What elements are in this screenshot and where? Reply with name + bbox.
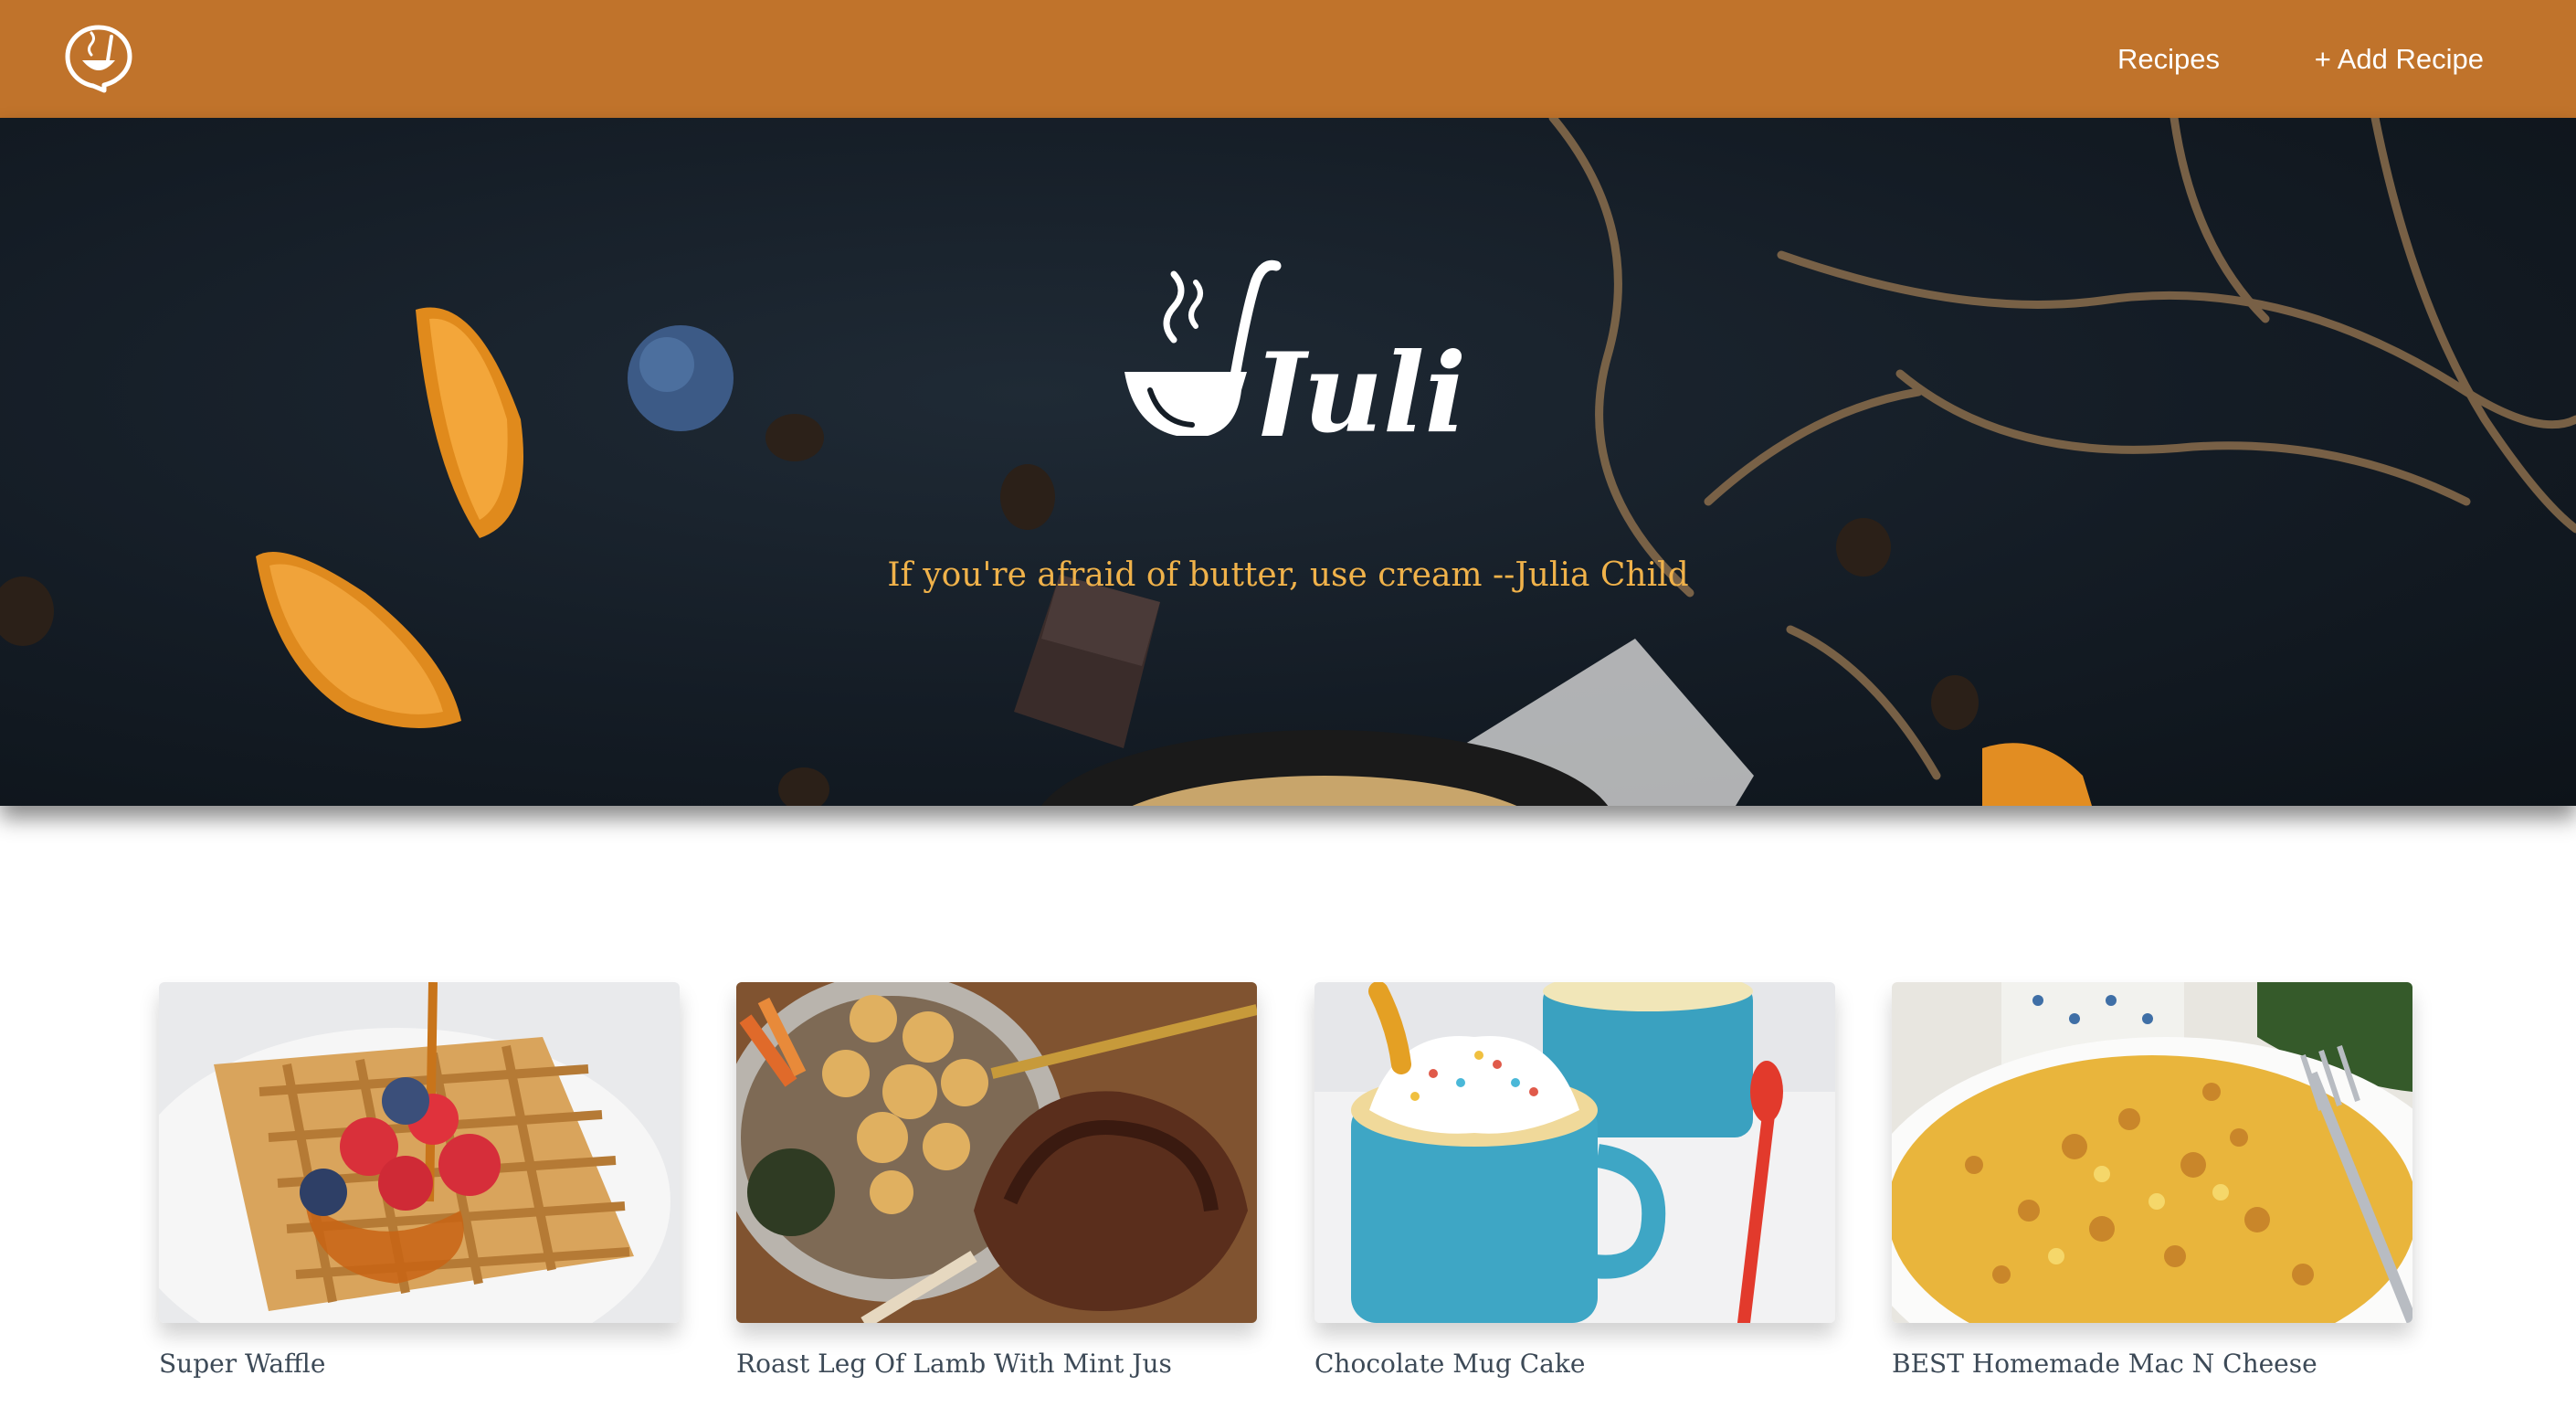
recipe-title[interactable]: BEST Homemade Mac N Cheese	[1892, 1349, 2412, 1379]
recipe-title[interactable]: Roast Leg Of Lamb With Mint Jus	[736, 1349, 1257, 1379]
hero-banner: Julia If you're afraid of butter, use cr…	[0, 118, 2576, 806]
recipe-image-mac-cheese[interactable]	[1892, 982, 2412, 1323]
recipe-image-waffle[interactable]	[159, 982, 680, 1323]
recipe-image-mug-cake[interactable]	[1314, 982, 1835, 1323]
home-logo-icon[interactable]	[64, 24, 133, 93]
orange-slice	[416, 307, 523, 538]
nav-recipes-link[interactable]: Recipes	[2117, 43, 2220, 76]
nav-add-recipe-link[interactable]: + Add Recipe	[2315, 43, 2484, 76]
top-navbar: Recipes + Add Recipe	[0, 0, 2576, 118]
hero-background-photo	[0, 118, 2576, 806]
recipe-image-lamb[interactable]	[736, 982, 1257, 1323]
svg-text:Julia: Julia	[1234, 329, 1466, 436]
recipe-title[interactable]: Super Waffle	[159, 1349, 680, 1379]
recipe-card[interactable]: Super Waffle	[159, 982, 680, 1379]
hero-quote: If you're afraid of butter, use cream --…	[887, 556, 1689, 594]
julia-logo-icon: Julia	[1124, 259, 1466, 436]
recipe-card[interactable]: Chocolate Mug Cake	[1314, 982, 1835, 1379]
recipe-card[interactable]: BEST Homemade Mac N Cheese	[1892, 982, 2412, 1379]
recipe-card[interactable]: Roast Leg Of Lamb With Mint Jus	[736, 982, 1257, 1379]
recipe-card-list: Super Waffle Roast Leg Of Lamb With Mint…	[0, 982, 2576, 1407]
recipe-title[interactable]: Chocolate Mug Cake	[1314, 1349, 1835, 1379]
